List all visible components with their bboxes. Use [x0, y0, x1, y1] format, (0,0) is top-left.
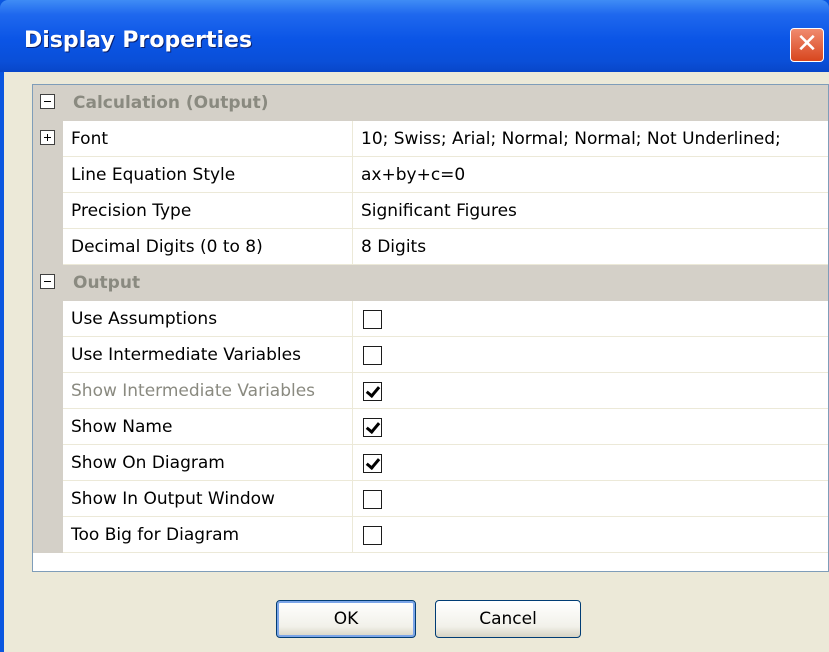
cancel-button[interactable]: Cancel: [435, 600, 581, 638]
category-calculation-output: Calculation (Output): [33, 85, 828, 121]
column-divider[interactable]: [352, 193, 353, 229]
property-row-precision-type[interactable]: Precision Type Significant Figures: [33, 193, 828, 229]
row-gutter: [33, 157, 63, 193]
ok-button[interactable]: OK: [276, 600, 416, 638]
property-name: Show Intermediate Variables: [71, 381, 316, 401]
row-gutter: [33, 193, 63, 229]
property-name: Use Assumptions: [71, 309, 218, 329]
close-button[interactable]: ✕: [790, 28, 824, 62]
property-value[interactable]: 8 Digits: [361, 237, 426, 257]
title-bar[interactable]: Display Properties ✕: [0, 0, 829, 72]
row-gutter: [33, 517, 63, 553]
column-divider[interactable]: [352, 445, 353, 481]
show-name-checkbox[interactable]: [363, 418, 382, 437]
property-row-font[interactable]: Font 10; Swiss; Arial; Normal; Normal; N…: [33, 121, 828, 157]
property-row-show-in-output-window[interactable]: Show In Output Window: [33, 481, 828, 517]
collapse-icon[interactable]: [40, 94, 55, 109]
category-label: Calculation (Output): [73, 93, 269, 113]
property-row-use-assumptions[interactable]: Use Assumptions: [33, 301, 828, 337]
property-row-show-name[interactable]: Show Name: [33, 409, 828, 445]
property-name: Show In Output Window: [71, 489, 275, 509]
property-name: Use Intermediate Variables: [71, 345, 301, 365]
dialog-window: Display Properties ✕ Calculation (Output…: [0, 0, 829, 652]
expand-icon[interactable]: [40, 130, 55, 145]
property-name: Show On Diagram: [71, 453, 225, 473]
row-gutter: [33, 373, 63, 409]
property-row-decimal-digits[interactable]: Decimal Digits (0 to 8) 8 Digits: [33, 229, 828, 265]
property-name: Too Big for Diagram: [71, 525, 240, 545]
close-icon: ✕: [796, 29, 818, 59]
property-name: Font: [71, 129, 109, 149]
use-intermediate-variables-checkbox[interactable]: [363, 346, 382, 365]
show-on-diagram-checkbox[interactable]: [363, 454, 382, 473]
column-divider[interactable]: [352, 337, 353, 373]
property-name: Line Equation Style: [71, 165, 236, 185]
property-row-show-on-diagram[interactable]: Show On Diagram: [33, 445, 828, 481]
property-value[interactable]: ax+by+c=0: [361, 165, 465, 185]
use-assumptions-checkbox[interactable]: [363, 310, 382, 329]
column-divider[interactable]: [352, 301, 353, 337]
property-row-line-equation-style[interactable]: Line Equation Style ax+by+c=0: [33, 157, 828, 193]
row-gutter: [33, 481, 63, 517]
property-value[interactable]: Significant Figures: [361, 201, 517, 221]
collapse-icon[interactable]: [40, 274, 55, 289]
show-intermediate-variables-checkbox: [363, 382, 382, 401]
dialog-client-area: Calculation (Output) Font 10; Swiss; Ari…: [4, 72, 829, 652]
row-gutter: [33, 445, 63, 481]
property-name: Precision Type: [71, 201, 192, 221]
property-row-too-big-for-diagram[interactable]: Too Big for Diagram: [33, 517, 828, 553]
property-row-use-intermediate-variables[interactable]: Use Intermediate Variables: [33, 337, 828, 373]
column-divider[interactable]: [352, 157, 353, 193]
category-label: Output: [73, 273, 141, 293]
row-gutter: [33, 301, 63, 337]
column-divider[interactable]: [352, 229, 353, 265]
column-divider[interactable]: [352, 121, 353, 157]
show-in-output-window-checkbox[interactable]: [363, 490, 382, 509]
window-title: Display Properties: [24, 28, 253, 53]
column-divider[interactable]: [352, 517, 353, 553]
property-grid: Calculation (Output) Font 10; Swiss; Ari…: [32, 84, 829, 572]
row-gutter: [33, 337, 63, 373]
row-gutter: [33, 409, 63, 445]
category-output: Output: [33, 265, 828, 301]
column-divider[interactable]: [352, 409, 353, 445]
column-divider[interactable]: [352, 373, 353, 409]
property-value[interactable]: 10; Swiss; Arial; Normal; Normal; Not Un…: [361, 129, 781, 149]
property-name: Decimal Digits (0 to 8): [71, 237, 263, 257]
column-divider[interactable]: [352, 481, 353, 517]
property-name: Show Name: [71, 417, 173, 437]
property-row-show-intermediate-variables[interactable]: Show Intermediate Variables: [33, 373, 828, 409]
too-big-for-diagram-checkbox[interactable]: [363, 526, 382, 545]
row-gutter: [33, 229, 63, 265]
